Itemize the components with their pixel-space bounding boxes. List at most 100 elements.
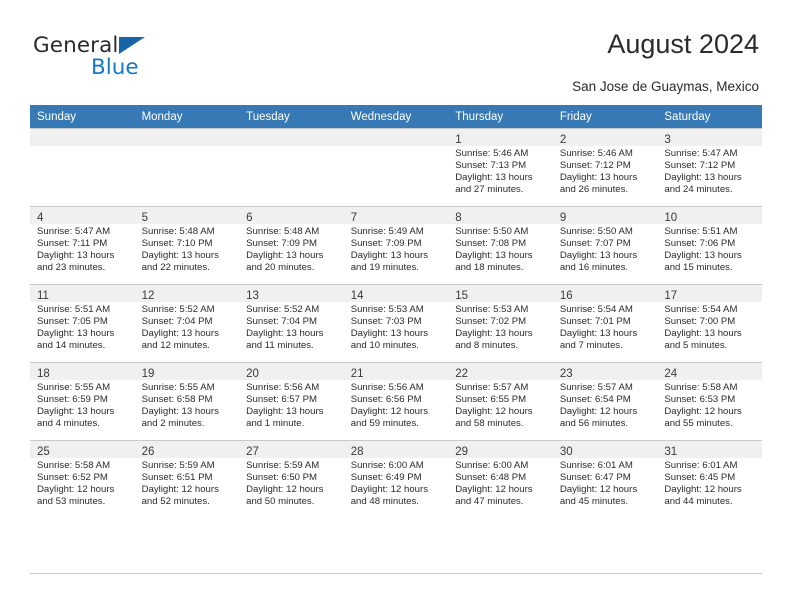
calendar-day-cell[interactable]: 26 Sunrise: 5:59 AM Sunset: 6:51 PM Dayligh… [134,440,240,518]
day-sun-info: Sunrise: 5:52 AM Sunset: 7:04 PM Daylight:… [239,302,344,352]
day-number: 24 [664,368,678,380]
calendar-day-cell[interactable]: 6 Sunrise: 5:48 AM Sunset: 7:09 PM Daylight… [239,206,344,285]
daylight-text-line1: Daylight: 12 hours [350,483,429,495]
page-title: August 2024 [607,29,759,59]
day-number-band: 18 [30,363,135,380]
calendar-day-cell[interactable]: 21 Sunrise: 5:56 AM Sunset: 6:56 PM Dayligh… [343,362,449,441]
sunset-text: Sunset: 6:51 PM [141,471,213,483]
day-number-band: 11 [30,285,135,302]
day-number-band [239,129,344,146]
calendar-day-cell[interactable]: 7 Sunrise: 5:49 AM Sunset: 7:09 PM Daylight… [343,206,449,285]
sunset-text: Sunset: 7:13 PM [455,159,527,171]
calendar-day-cell[interactable]: 30 Sunrise: 6:01 AM Sunset: 6:47 PM Dayligh… [552,440,658,518]
day-sun-info: Sunrise: 6:01 AM Sunset: 6:45 PM Daylight:… [657,458,762,508]
daylight-text-line2: and 27 minutes. [455,183,524,195]
day-number: 29 [455,446,469,458]
calendar-day-cell[interactable]: 20 Sunrise: 5:56 AM Sunset: 6:57 PM Dayligh… [239,362,344,441]
sunrise-text: Sunrise: 5:54 AM [559,304,633,315]
calendar-day-cell[interactable]: 4 Sunrise: 5:47 AM Sunset: 7:11 PM Daylight… [30,206,135,285]
calendar-day-cell[interactable]: 18 Sunrise: 5:55 AM Sunset: 6:59 PM Dayligh… [30,362,135,441]
calendar-day-cell[interactable]: 17 Sunrise: 5:54 AM Sunset: 7:00 PM Dayligh… [657,284,762,363]
day-number-band [343,129,449,146]
day-cell-inner: 9 Sunrise: 5:50 AM Sunset: 7:07 PM Daylight… [552,207,658,284]
sunset-text: Sunset: 6:58 PM [141,393,213,405]
day-number-band: 20 [239,363,344,380]
daylight-text-line1: Daylight: 13 hours [141,249,219,261]
general-blue-logo[interactable]: General Blue [33,33,233,83]
daylight-text-line2: and 56 minutes. [559,417,629,429]
calendar-day-cell[interactable]: 29 Sunrise: 6:00 AM Sunset: 6:48 PM Dayligh… [448,440,553,518]
day-number-band: 10 [657,207,762,224]
sunrise-text: Sunrise: 5:50 AM [559,226,633,237]
day-cell-inner [343,129,449,206]
day-number-band: 26 [134,441,240,458]
sunset-text: Sunset: 7:07 PM [559,237,631,249]
sunset-text: Sunset: 6:57 PM [246,393,318,405]
calendar-day-cell[interactable]: 24 Sunrise: 5:58 AM Sunset: 6:53 PM Dayligh… [657,362,762,441]
daylight-text-line2: and 48 minutes. [350,495,419,507]
calendar-bottom-rule [30,573,762,574]
daylight-text-line2: and 1 minute. [246,417,305,429]
calendar-day-cell[interactable]: 9 Sunrise: 5:50 AM Sunset: 7:07 PM Daylight… [552,206,658,285]
calendar-day-cell[interactable]: 1 Sunrise: 5:46 AM Sunset: 7:13 PM Daylight… [448,128,553,207]
sunrise-text: Sunrise: 5:51 AM [37,304,111,315]
calendar-day-cell[interactable]: 15 Sunrise: 5:53 AM Sunset: 7:02 PM Dayligh… [448,284,553,363]
day-sun-info: Sunrise: 5:56 AM Sunset: 6:57 PM Daylight:… [239,380,344,430]
day-number: 28 [350,446,364,458]
day-number-band: 28 [343,441,449,458]
sunrise-text: Sunrise: 5:46 AM [559,148,633,159]
calendar-day-cell[interactable]: 27 Sunrise: 5:59 AM Sunset: 6:50 PM Dayligh… [239,440,344,518]
day-sun-info: Sunrise: 5:47 AM Sunset: 7:12 PM Daylight:… [657,146,762,196]
sunrise-text: Sunrise: 5:46 AM [455,148,529,159]
calendar-day-cell[interactable]: 8 Sunrise: 5:50 AM Sunset: 7:08 PM Daylight… [448,206,553,285]
calendar-day-cell[interactable]: 22 Sunrise: 5:57 AM Sunset: 6:55 PM Dayligh… [448,362,553,441]
day-cell-inner: 5 Sunrise: 5:48 AM Sunset: 7:10 PM Daylight… [134,207,240,284]
weekday-header-row: Sunday Monday Tuesday Wednesday Thursday… [30,105,762,129]
day-sun-info: Sunrise: 5:50 AM Sunset: 7:07 PM Daylight:… [553,224,658,274]
sunset-text: Sunset: 6:55 PM [455,393,527,405]
calendar-day-cell[interactable]: 3 Sunrise: 5:47 AM Sunset: 7:12 PM Daylight… [657,128,762,207]
day-cell-inner: 17 Sunrise: 5:54 AM Sunset: 7:00 PM Dayligh… [657,285,762,362]
sunset-text: Sunset: 6:49 PM [350,471,422,483]
day-sun-info: Sunrise: 5:46 AM Sunset: 7:13 PM Daylight:… [448,146,553,196]
daylight-text-line2: and 8 minutes. [455,339,519,351]
day-number-band: 16 [552,285,658,302]
calendar-day-cell[interactable]: 31 Sunrise: 6:01 AM Sunset: 6:45 PM Dayligh… [657,440,762,518]
calendar-day-cell[interactable]: 16 Sunrise: 5:54 AM Sunset: 7:01 PM Dayligh… [552,284,658,363]
daylight-text-line2: and 26 minutes. [559,183,629,195]
daylight-text-line2: and 50 minutes. [246,495,315,507]
day-sun-info: Sunrise: 5:50 AM Sunset: 7:08 PM Daylight:… [448,224,553,274]
calendar-day-cell[interactable]: 11 Sunrise: 5:51 AM Sunset: 7:05 PM Dayligh… [30,284,135,363]
sunset-text: Sunset: 7:05 PM [37,315,108,327]
calendar-week-row: 1 Sunrise: 5:46 AM Sunset: 7:13 PM Daylight… [30,128,762,207]
daylight-text-line1: Daylight: 13 hours [246,405,324,417]
day-number: 25 [37,446,50,458]
sunset-text: Sunset: 6:50 PM [246,471,318,483]
calendar-day-cell[interactable]: 2 Sunrise: 5:46 AM Sunset: 7:12 PM Daylight… [552,128,658,207]
calendar-day-cell[interactable]: 5 Sunrise: 5:48 AM Sunset: 7:10 PM Daylight… [134,206,240,285]
sunset-text: Sunset: 7:02 PM [455,315,527,327]
weekday-header-wednesday: Wednesday [343,105,449,129]
sunrise-text: Sunrise: 5:48 AM [141,226,215,237]
daylight-text-line1: Daylight: 13 hours [141,327,219,339]
calendar-day-cell[interactable]: 12 Sunrise: 5:52 AM Sunset: 7:04 PM Dayligh… [134,284,240,363]
calendar-day-cell[interactable]: 23 Sunrise: 5:57 AM Sunset: 6:54 PM Dayligh… [552,362,658,441]
sunset-text: Sunset: 6:52 PM [37,471,108,483]
day-cell-inner: 20 Sunrise: 5:56 AM Sunset: 6:57 PM Dayligh… [239,363,344,440]
calendar-day-cell[interactable]: 25 Sunrise: 5:58 AM Sunset: 6:52 PM Dayligh… [30,440,135,518]
daylight-text-line2: and 59 minutes. [350,417,419,429]
sunrise-text: Sunrise: 6:00 AM [350,460,424,471]
daylight-text-line2: and 23 minutes. [37,261,106,273]
sunset-text: Sunset: 6:56 PM [350,393,422,405]
day-sun-info: Sunrise: 5:54 AM Sunset: 7:00 PM Daylight:… [657,302,762,352]
day-number: 22 [455,368,469,380]
calendar-day-cell[interactable]: 13 Sunrise: 5:52 AM Sunset: 7:04 PM Dayligh… [239,284,344,363]
calendar-day-cell[interactable]: 28 Sunrise: 6:00 AM Sunset: 6:49 PM Dayligh… [343,440,449,518]
calendar-day-cell[interactable]: 10 Sunrise: 5:51 AM Sunset: 7:06 PM Dayligh… [657,206,762,285]
calendar-day-cell[interactable]: 14 Sunrise: 5:53 AM Sunset: 7:03 PM Dayligh… [343,284,449,363]
day-sun-info: Sunrise: 5:53 AM Sunset: 7:02 PM Daylight:… [448,302,553,352]
calendar-day-cell[interactable]: 19 Sunrise: 5:55 AM Sunset: 6:58 PM Dayligh… [134,362,240,441]
daylight-text-line1: Daylight: 12 hours [246,483,324,495]
sunrise-text: Sunrise: 6:01 AM [664,460,738,471]
day-number-band: 1 [448,129,553,146]
